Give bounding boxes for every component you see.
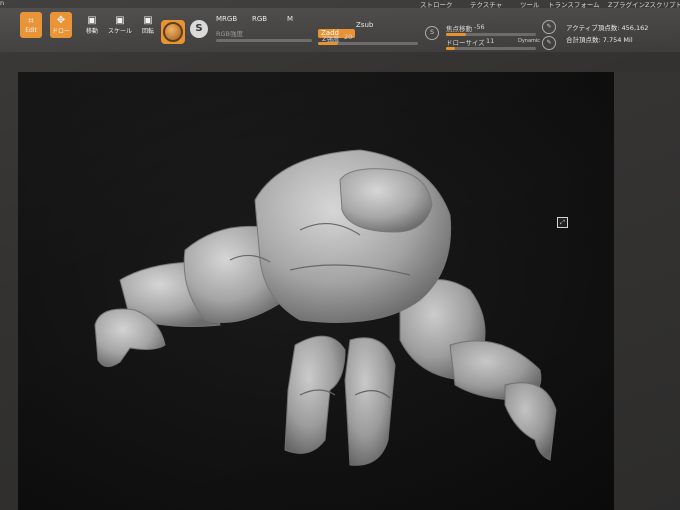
right-leg <box>344 337 396 466</box>
right-hand <box>504 382 557 461</box>
frame-icon[interactable]: ⤢ <box>557 217 568 228</box>
left-leg <box>284 335 346 454</box>
sculpt-model[interactable] <box>0 0 680 510</box>
